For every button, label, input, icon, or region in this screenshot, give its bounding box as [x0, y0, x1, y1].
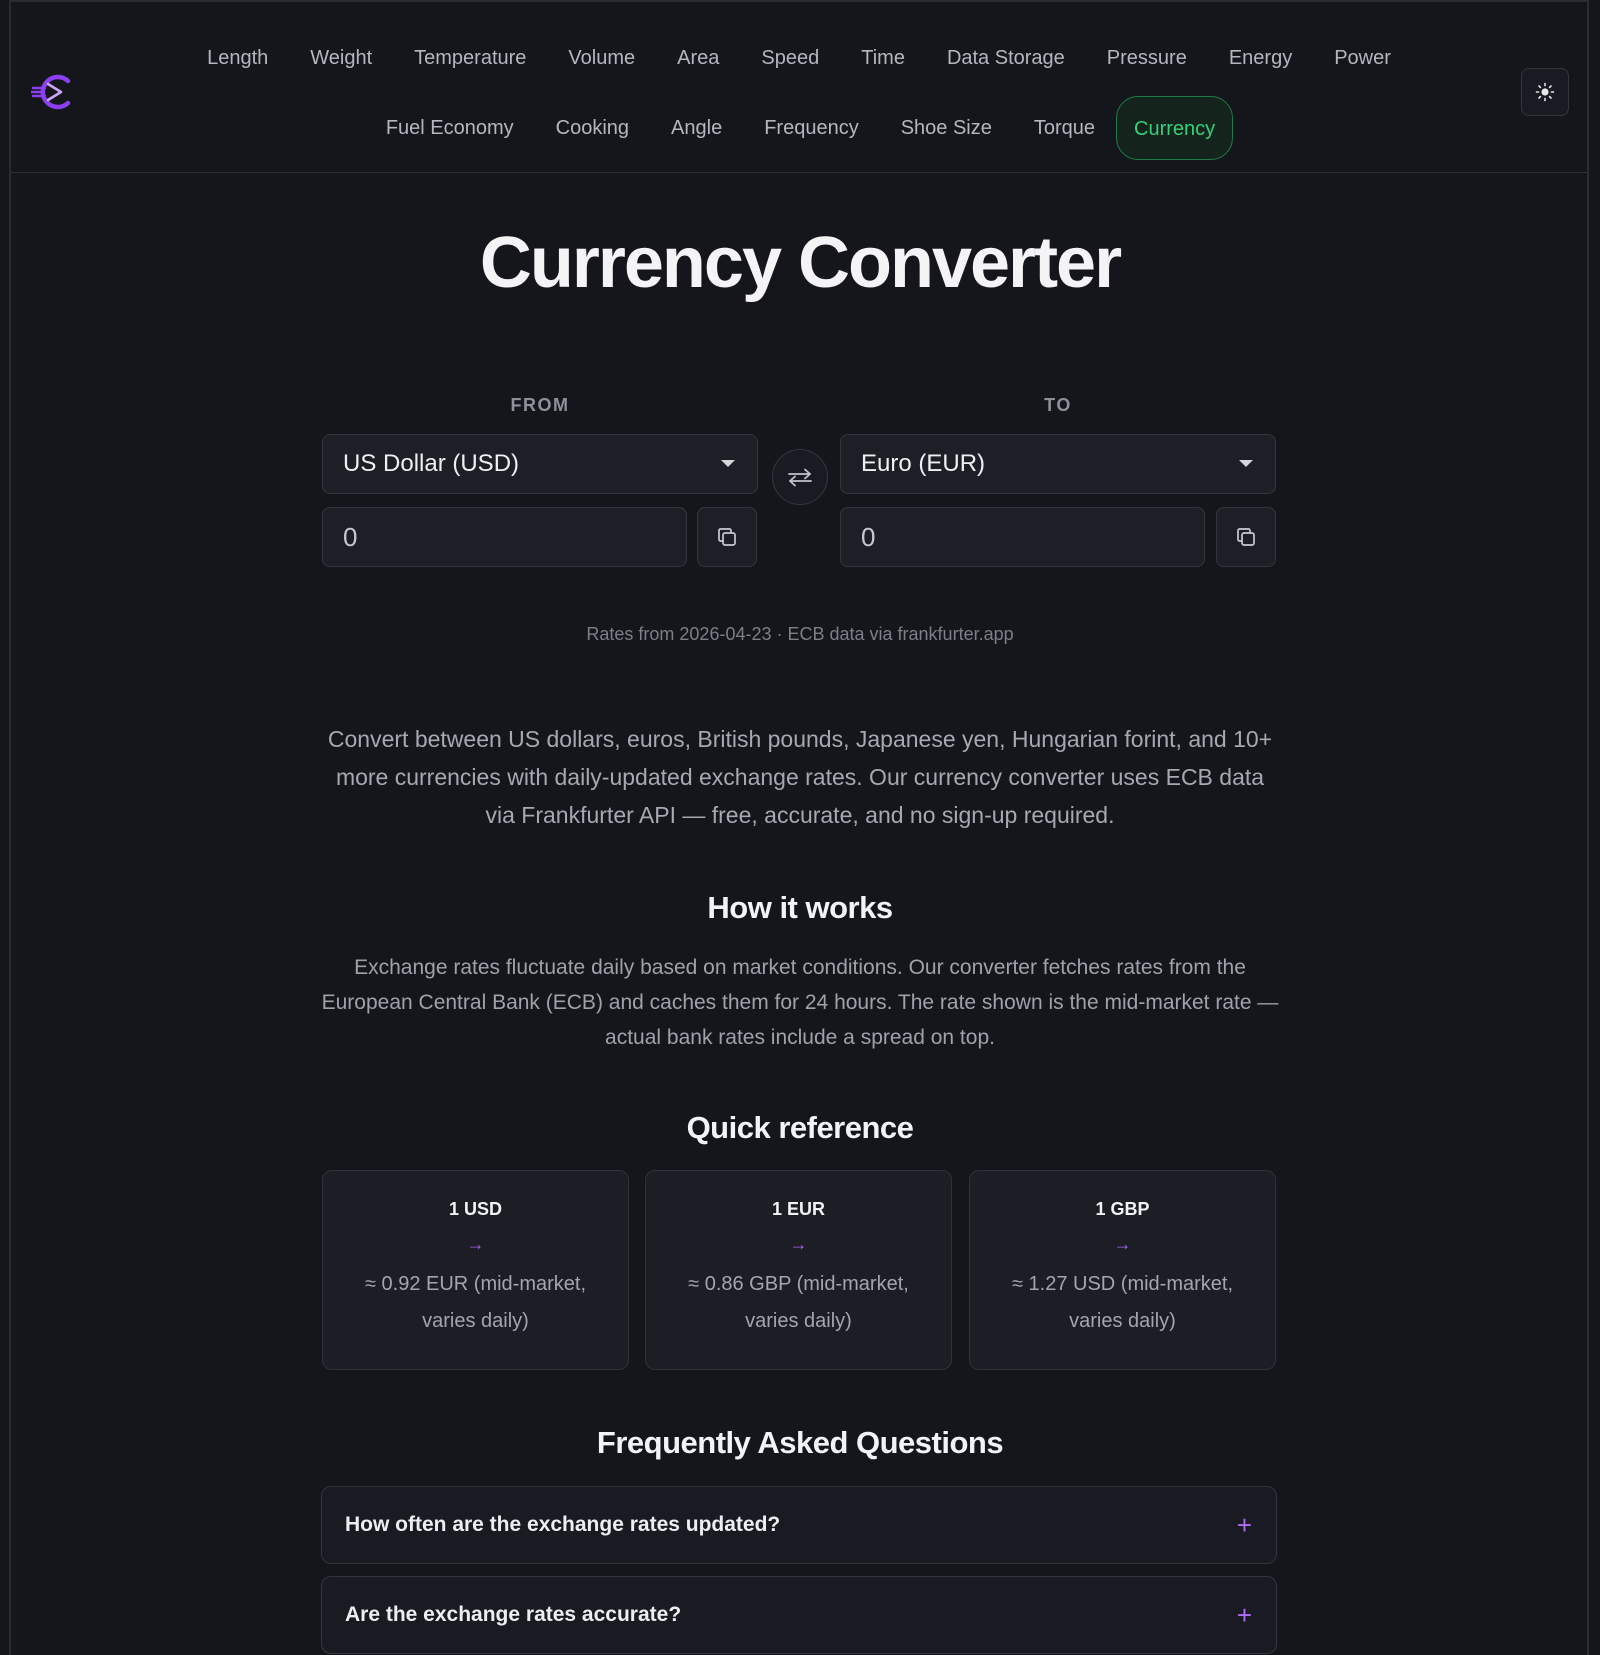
- nav-item-shoe-size[interactable]: Shoe Size: [880, 96, 1013, 160]
- nav-item-length[interactable]: Length: [186, 36, 289, 100]
- copy-from-amount-button[interactable]: [697, 507, 757, 567]
- nav-row-secondary: Fuel Economy Cooking Angle Frequency Sho…: [11, 96, 1587, 160]
- swap-arrows-icon: [788, 468, 812, 487]
- arrow-right-icon: →: [789, 1234, 808, 1254]
- card-value: ≈ 1.27 USD (mid-market, varies daily): [1011, 1273, 1234, 1332]
- to-label: TO: [1044, 395, 1072, 415]
- page-title: Currency Converter: [479, 223, 1122, 303]
- from-amount-input[interactable]: 0: [322, 507, 687, 567]
- nav-item-currency[interactable]: Currency: [1116, 96, 1234, 160]
- nav-item-weight[interactable]: Weight: [289, 36, 393, 100]
- nav-item-angle[interactable]: Angle: [650, 96, 743, 160]
- faq-question: How often are the exchange rates updated…: [345, 1513, 781, 1536]
- arrow-right-icon: →: [466, 1234, 485, 1254]
- quick-ref-card-usd: 1 USD → ≈ 0.92 EUR (mid-market, varies d…: [322, 1170, 629, 1370]
- nav-item-torque[interactable]: Torque: [1013, 96, 1116, 160]
- rates-source-note: Rates from 2026-04-23 · ECB data via fra…: [586, 624, 1014, 644]
- nav-item-data-storage[interactable]: Data Storage: [926, 36, 1086, 100]
- chevron-down-icon: [1239, 460, 1253, 467]
- arrow-right-icon: →: [1113, 1234, 1132, 1254]
- nav-item-frequency[interactable]: Frequency: [743, 96, 880, 160]
- copy-to-amount-button[interactable]: [1216, 507, 1276, 567]
- how-it-works-heading: How it works: [707, 890, 893, 925]
- from-label: FROM: [510, 395, 570, 415]
- nav-item-volume[interactable]: Volume: [547, 36, 656, 100]
- plus-icon: +: [1236, 1510, 1252, 1540]
- to-currency-select[interactable]: Euro (EUR): [840, 434, 1276, 494]
- nav-item-time[interactable]: Time: [840, 36, 926, 100]
- quick-reference-heading: Quick reference: [686, 1110, 914, 1145]
- nav-item-power[interactable]: Power: [1313, 36, 1412, 100]
- faq-item[interactable]: Are the exchange rates accurate? +: [321, 1576, 1277, 1654]
- nav-row-primary: Length Weight Temperature Volume Area Sp…: [11, 36, 1587, 100]
- chevron-down-icon: [721, 460, 735, 467]
- card-head: 1 USD: [448, 1199, 502, 1219]
- to-currency-value: Euro (EUR): [861, 450, 986, 477]
- nav-item-pressure[interactable]: Pressure: [1086, 36, 1208, 100]
- nav-item-temperature[interactable]: Temperature: [393, 36, 547, 100]
- quick-ref-card-eur: 1 EUR → ≈ 0.86 GBP (mid-market, varies d…: [645, 1170, 952, 1370]
- plus-icon: +: [1236, 1600, 1252, 1630]
- from-currency-value: US Dollar (USD): [343, 450, 520, 477]
- sun-icon: [1535, 82, 1555, 102]
- card-value: ≈ 0.86 GBP (mid-market, varies daily): [688, 1273, 909, 1332]
- faq-question: Are the exchange rates accurate?: [345, 1603, 682, 1626]
- from-currency-select[interactable]: US Dollar (USD): [322, 434, 758, 494]
- nav-item-area[interactable]: Area: [656, 36, 740, 100]
- swap-currencies-button[interactable]: [772, 449, 828, 505]
- faq-item[interactable]: How often are the exchange rates updated…: [321, 1486, 1277, 1564]
- top-navigation-bar: Length Weight Temperature Volume Area Sp…: [11, 2, 1587, 173]
- copy-icon: [718, 528, 736, 546]
- nav-item-cooking[interactable]: Cooking: [535, 96, 650, 160]
- card-head: 1 GBP: [1095, 1199, 1150, 1219]
- how-it-works-text: Exchange rates fluctuate daily based on …: [321, 956, 1279, 1049]
- nav-item-fuel-economy[interactable]: Fuel Economy: [365, 96, 535, 160]
- quick-ref-card-gbp: 1 GBP → ≈ 1.27 USD (mid-market, varies d…: [969, 1170, 1276, 1370]
- copy-icon: [1237, 528, 1255, 546]
- card-head: 1 EUR: [771, 1199, 825, 1219]
- card-value: ≈ 0.92 EUR (mid-market, varies daily): [364, 1273, 587, 1332]
- nav-item-energy[interactable]: Energy: [1208, 36, 1313, 100]
- nav-item-speed[interactable]: Speed: [740, 36, 840, 100]
- theme-toggle-button[interactable]: [1521, 68, 1569, 116]
- intro-paragraph: Convert between US dollars, euros, Briti…: [327, 726, 1273, 828]
- faq-heading: Frequently Asked Questions: [596, 1425, 1004, 1460]
- to-amount-input[interactable]: 0: [840, 507, 1205, 567]
